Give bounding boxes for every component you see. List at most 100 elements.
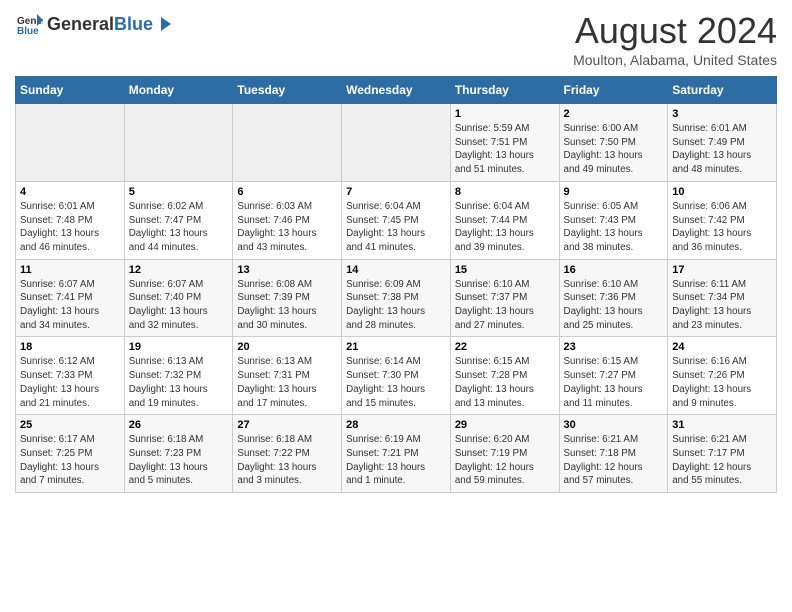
- day-number: 14: [346, 264, 446, 276]
- day-info: Sunrise: 6:13 AM Sunset: 7:31 PM Dayligh…: [237, 355, 337, 410]
- calendar-cell: 9 Sunrise: 6:05 AM Sunset: 7:43 PM Daylig…: [559, 181, 668, 259]
- day-info: Sunrise: 6:11 AM Sunset: 7:34 PM Dayligh…: [672, 278, 772, 333]
- calendar-cell: [124, 104, 233, 182]
- day-info: Sunrise: 6:04 AM Sunset: 7:45 PM Dayligh…: [346, 200, 446, 255]
- calendar-cell: 22Sunrise: 6:15 AM Sunset: 7:28 PM Dayli…: [450, 337, 559, 415]
- day-number: 21: [346, 341, 446, 353]
- day-number: 6: [237, 186, 337, 198]
- day-info: Sunrise: 6:08 AM Sunset: 7:39 PM Dayligh…: [237, 278, 337, 333]
- calendar-cell: 13 Sunrise: 6:08 AM Sunset: 7:39 PM Dayli…: [233, 259, 342, 337]
- day-info: Sunrise: 6:07 AM Sunset: 7:41 PM Dayligh…: [20, 278, 120, 333]
- calendar-body: 1 Sunrise: 5:59 AM Sunset: 7:51 PM Daylig…: [16, 104, 777, 493]
- calendar-cell: 21 Sunrise: 6:14 AM Sunset: 7:30 PM Dayli…: [342, 337, 451, 415]
- day-info: Sunrise: 6:10 AM Sunset: 7:37 PM Dayligh…: [455, 278, 555, 333]
- logo-arrow-icon: [155, 15, 173, 33]
- calendar-cell: 12Sunrise: 6:07 AM Sunset: 7:40 PM Dayli…: [124, 259, 233, 337]
- calendar-week-1: 1 Sunrise: 5:59 AM Sunset: 7:51 PM Daylig…: [16, 104, 777, 182]
- day-info: Sunrise: 6:03 AM Sunset: 7:46 PM Dayligh…: [237, 200, 337, 255]
- day-header-saturday: Saturday: [668, 77, 777, 104]
- day-info: Sunrise: 6:17 AM Sunset: 7:25 PM Dayligh…: [20, 433, 120, 488]
- calendar-cell: [233, 104, 342, 182]
- day-number: 12: [129, 264, 229, 276]
- day-number: 4: [20, 186, 120, 198]
- calendar-header: SundayMondayTuesdayWednesdayThursdayFrid…: [16, 77, 777, 104]
- day-number: 23: [564, 341, 664, 353]
- calendar-table: SundayMondayTuesdayWednesdayThursdayFrid…: [15, 76, 777, 493]
- day-header-wednesday: Wednesday: [342, 77, 451, 104]
- day-info: Sunrise: 6:21 AM Sunset: 7:18 PM Dayligh…: [564, 433, 664, 488]
- logo-general: General: [47, 14, 114, 35]
- day-number: 5: [129, 186, 229, 198]
- day-number: 29: [455, 419, 555, 431]
- day-info: Sunrise: 5:59 AM Sunset: 7:51 PM Dayligh…: [455, 122, 555, 177]
- calendar-cell: 29Sunrise: 6:20 AM Sunset: 7:19 PM Dayli…: [450, 415, 559, 493]
- day-header-monday: Monday: [124, 77, 233, 104]
- day-info: Sunrise: 6:10 AM Sunset: 7:36 PM Dayligh…: [564, 278, 664, 333]
- calendar-cell: 7 Sunrise: 6:04 AM Sunset: 7:45 PM Daylig…: [342, 181, 451, 259]
- day-info: Sunrise: 6:01 AM Sunset: 7:48 PM Dayligh…: [20, 200, 120, 255]
- day-number: 10: [672, 186, 772, 198]
- day-info: Sunrise: 6:15 AM Sunset: 7:28 PM Dayligh…: [455, 355, 555, 410]
- calendar-cell: 20 Sunrise: 6:13 AM Sunset: 7:31 PM Dayli…: [233, 337, 342, 415]
- calendar-cell: 16 Sunrise: 6:10 AM Sunset: 7:36 PM Dayli…: [559, 259, 668, 337]
- day-info: Sunrise: 6:12 AM Sunset: 7:33 PM Dayligh…: [20, 355, 120, 410]
- day-number: 27: [237, 419, 337, 431]
- page-title: August 2024: [573, 10, 777, 52]
- calendar-cell: 26Sunrise: 6:18 AM Sunset: 7:23 PM Dayli…: [124, 415, 233, 493]
- page-header: General Blue General Blue August 2024 Mo…: [15, 10, 777, 68]
- day-info: Sunrise: 6:14 AM Sunset: 7:30 PM Dayligh…: [346, 355, 446, 410]
- day-number: 20: [237, 341, 337, 353]
- day-info: Sunrise: 6:19 AM Sunset: 7:21 PM Dayligh…: [346, 433, 446, 488]
- day-info: Sunrise: 6:01 AM Sunset: 7:49 PM Dayligh…: [672, 122, 772, 177]
- day-header-thursday: Thursday: [450, 77, 559, 104]
- day-number: 2: [564, 108, 664, 120]
- day-number: 16: [564, 264, 664, 276]
- day-number: 1: [455, 108, 555, 120]
- calendar-cell: 28Sunrise: 6:19 AM Sunset: 7:21 PM Dayli…: [342, 415, 451, 493]
- calendar-cell: 14Sunrise: 6:09 AM Sunset: 7:38 PM Dayli…: [342, 259, 451, 337]
- calendar-week-3: 11Sunrise: 6:07 AM Sunset: 7:41 PM Dayli…: [16, 259, 777, 337]
- day-info: Sunrise: 6:06 AM Sunset: 7:42 PM Dayligh…: [672, 200, 772, 255]
- day-info: Sunrise: 6:05 AM Sunset: 7:43 PM Dayligh…: [564, 200, 664, 255]
- day-info: Sunrise: 6:02 AM Sunset: 7:47 PM Dayligh…: [129, 200, 229, 255]
- calendar-cell: 10 Sunrise: 6:06 AM Sunset: 7:42 PM Dayli…: [668, 181, 777, 259]
- day-info: Sunrise: 6:13 AM Sunset: 7:32 PM Dayligh…: [129, 355, 229, 410]
- calendar-cell: 8Sunrise: 6:04 AM Sunset: 7:44 PM Daylig…: [450, 181, 559, 259]
- day-number: 30: [564, 419, 664, 431]
- day-number: 19: [129, 341, 229, 353]
- day-number: 24: [672, 341, 772, 353]
- day-info: Sunrise: 6:16 AM Sunset: 7:26 PM Dayligh…: [672, 355, 772, 410]
- calendar-cell: [16, 104, 125, 182]
- day-number: 9: [564, 186, 664, 198]
- logo-blue: Blue: [114, 14, 153, 35]
- calendar-cell: 1 Sunrise: 5:59 AM Sunset: 7:51 PM Daylig…: [450, 104, 559, 182]
- day-number: 15: [455, 264, 555, 276]
- day-info: Sunrise: 6:18 AM Sunset: 7:22 PM Dayligh…: [237, 433, 337, 488]
- calendar-cell: 3Sunrise: 6:01 AM Sunset: 7:49 PM Daylig…: [668, 104, 777, 182]
- day-number: 17: [672, 264, 772, 276]
- day-info: Sunrise: 6:04 AM Sunset: 7:44 PM Dayligh…: [455, 200, 555, 255]
- page-subtitle: Moulton, Alabama, United States: [573, 52, 777, 68]
- day-header-tuesday: Tuesday: [233, 77, 342, 104]
- calendar-cell: 15 Sunrise: 6:10 AM Sunset: 7:37 PM Dayli…: [450, 259, 559, 337]
- day-info: Sunrise: 6:18 AM Sunset: 7:23 PM Dayligh…: [129, 433, 229, 488]
- logo: General Blue General Blue: [15, 10, 173, 38]
- calendar-cell: 23Sunrise: 6:15 AM Sunset: 7:27 PM Dayli…: [559, 337, 668, 415]
- calendar-cell: 25 Sunrise: 6:17 AM Sunset: 7:25 PM Dayli…: [16, 415, 125, 493]
- calendar-week-4: 18 Sunrise: 6:12 AM Sunset: 7:33 PM Dayli…: [16, 337, 777, 415]
- day-number: 13: [237, 264, 337, 276]
- title-area: August 2024 Moulton, Alabama, United Sta…: [573, 10, 777, 68]
- calendar-cell: 31Sunrise: 6:21 AM Sunset: 7:17 PM Dayli…: [668, 415, 777, 493]
- day-number: 18: [20, 341, 120, 353]
- calendar-cell: 6 Sunrise: 6:03 AM Sunset: 7:46 PM Daylig…: [233, 181, 342, 259]
- day-number: 7: [346, 186, 446, 198]
- day-number: 25: [20, 419, 120, 431]
- calendar-week-2: 4 Sunrise: 6:01 AM Sunset: 7:48 PM Daylig…: [16, 181, 777, 259]
- day-number: 31: [672, 419, 772, 431]
- calendar-cell: 2Sunrise: 6:00 AM Sunset: 7:50 PM Daylig…: [559, 104, 668, 182]
- logo-icon: General Blue: [15, 10, 43, 38]
- day-header-sunday: Sunday: [16, 77, 125, 104]
- calendar-cell: 18 Sunrise: 6:12 AM Sunset: 7:33 PM Dayli…: [16, 337, 125, 415]
- calendar-cell: 30 Sunrise: 6:21 AM Sunset: 7:18 PM Dayli…: [559, 415, 668, 493]
- calendar-cell: 5 Sunrise: 6:02 AM Sunset: 7:47 PM Daylig…: [124, 181, 233, 259]
